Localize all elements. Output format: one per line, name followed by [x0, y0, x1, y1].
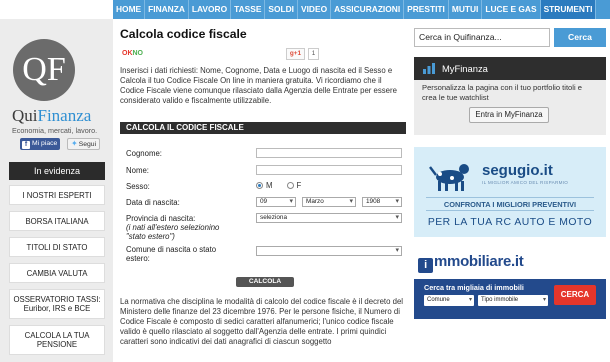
brand-tagline: Economia, mercati, lavoro.: [12, 126, 98, 135]
provincia-label: Provincia di nascita:: [126, 214, 196, 223]
nav-mutui[interactable]: MUTUI: [449, 0, 483, 19]
cognome-input[interactable]: [256, 148, 402, 158]
nome-label: Nome:: [126, 166, 149, 175]
immobiliare-cerca-button[interactable]: CERCA: [554, 285, 596, 305]
myfinanza-box: Personalizza la pagina con il tuo portfo…: [414, 80, 606, 135]
twitter-follow-label: Segui: [78, 141, 97, 148]
provincia-note-2: "stato estero"): [126, 232, 175, 241]
evidenza-list: I NOSTRI ESPERTI BORSA ITALIANA TITOLI D…: [9, 185, 105, 361]
main-content: Calcola codice fiscale OKNO g+1 1 Inseri…: [120, 19, 408, 362]
mese-select[interactable]: Marzo: [302, 197, 356, 207]
segugio-confronta: CONFRONTA I MIGLIORI PREVENTIVI: [426, 197, 594, 211]
myfinanza-header: MyFinanza: [414, 57, 606, 80]
immobiliare-banner: i mmobiliare.it Cerca tra migliaia di imm…: [414, 245, 606, 362]
right-column: Cerca in Quifinanza... Cerca MyFinanza P…: [412, 19, 610, 362]
evidenza-title: In evidenza: [9, 162, 105, 180]
provincia-note-1: (i nati all'estero selezionino: [126, 223, 220, 232]
segugio-rc-auto: PER LA TUA RC AUTO E MOTO: [427, 217, 593, 228]
immobiliare-search-panel: Cerca tra migliaia di immobili Comune Ti…: [414, 279, 606, 319]
section-title: CALCOLA IL CODICE FISCALE: [120, 122, 406, 134]
comune-select[interactable]: [256, 246, 402, 256]
evidenza-item-tassi[interactable]: OSSERVATORIO TASSI: Euribor, IRS e BCE: [9, 289, 105, 319]
segugio-subtitle: IL MIGLIOR AMICO DEL RISPARMIO: [482, 180, 569, 185]
chart-icon: [423, 63, 435, 74]
evidenza-item-pensione[interactable]: CALCOLA LA TUA PENSIONE: [9, 325, 105, 355]
house-icon: i: [418, 258, 433, 273]
sesso-m-label: M: [266, 181, 273, 190]
immobiliare-logo[interactable]: i mmobiliare.it: [418, 253, 524, 273]
tipo-immobile-dropdown[interactable]: Tipo immobile: [478, 295, 548, 306]
okno-ok: OK: [122, 50, 133, 57]
myfinanza-text: Personalizza la pagina con il tuo portfo…: [422, 83, 582, 102]
evidenza-item-borsa[interactable]: BORSA ITALIANA: [9, 211, 105, 231]
nav-assicurazioni[interactable]: ASSICURAZIONI: [331, 0, 405, 19]
nav-soldi[interactable]: SOLDI: [265, 0, 299, 19]
okno-no: NO: [132, 50, 144, 57]
nav-prestiti[interactable]: PRESTITI: [404, 0, 449, 19]
sesso-f-radio[interactable]: [286, 182, 294, 189]
comune-dropdown[interactable]: Comune: [424, 295, 474, 306]
nav-home[interactable]: HOME: [113, 0, 146, 19]
sesso-m-radio[interactable]: [256, 182, 263, 189]
brand-name[interactable]: QuiFinanza: [12, 106, 91, 126]
nav-tasse[interactable]: TASSE: [231, 0, 266, 19]
nav-lavoro[interactable]: LAVORO: [189, 0, 232, 19]
search-button[interactable]: Cerca: [554, 28, 606, 47]
calcola-button[interactable]: CALCOLA: [236, 277, 294, 287]
twitter-icon: ✦: [71, 139, 78, 148]
twitter-follow-button[interactable]: ✦Segui: [67, 138, 101, 150]
nav-luce-gas[interactable]: LUCE E GAS: [482, 0, 541, 19]
sesso-f-label: F: [296, 181, 302, 190]
sesso-label: Sesso:: [126, 182, 150, 191]
nav-finanza[interactable]: FINANZA: [145, 0, 189, 19]
anno-select[interactable]: 1908: [362, 197, 402, 207]
segugio-logo: segugio.it: [482, 162, 553, 179]
nav-strumenti[interactable]: STRUMENTI: [540, 0, 597, 19]
segugio-banner[interactable]: segugio.it IL MIGLIOR AMICO DEL RISPARMI…: [414, 147, 606, 237]
nav-video[interactable]: VIDEO: [298, 0, 332, 19]
quifinanza-logo[interactable]: QF: [13, 39, 75, 101]
facebook-like-button[interactable]: f Mi piace: [20, 138, 61, 150]
data-nascita-label: Data di nascita:: [126, 198, 180, 207]
intro-text: Inserisci i dati richiesti: Nome, Cognom…: [120, 66, 397, 105]
comune-label-1: Comune di nascita o stato: [126, 245, 217, 254]
google-plus-button[interactable]: g+1: [286, 48, 305, 60]
brand-qui: Qui: [12, 106, 38, 125]
myfinanza-title: MyFinanza: [442, 63, 488, 74]
left-sidebar: QF QuiFinanza Economia, mercati, lavoro.…: [0, 19, 113, 362]
evidenza-item-valuta[interactable]: CAMBIA VALUTA: [9, 263, 105, 283]
nome-input[interactable]: [256, 165, 402, 175]
immobiliare-logo-text: mmobiliare.it: [434, 253, 524, 270]
sesso-radio-group: M F: [256, 181, 301, 190]
cognome-label: Cognome:: [126, 149, 162, 158]
search-input[interactable]: Cerca in Quifinanza...: [414, 28, 550, 47]
google-plus-count: 1: [308, 48, 319, 60]
immobiliare-title: Cerca tra migliaia di immobili: [424, 283, 524, 292]
facebook-like-label: Mi piace: [32, 140, 58, 147]
provincia-select[interactable]: seleziona: [256, 213, 402, 223]
okno-widget[interactable]: OKNO: [122, 50, 143, 57]
dog-icon: [429, 164, 469, 191]
normativa-text: La normativa che disciplina le modalità …: [120, 297, 404, 346]
brand-finanza: Finanza: [37, 106, 92, 125]
page-title: Calcola codice fiscale: [120, 27, 247, 41]
top-nav: HOME FINANZA LAVORO TASSE SOLDI VIDEO AS…: [113, 0, 610, 19]
facebook-icon: f: [22, 141, 30, 149]
comune-label-2: estero:: [126, 254, 150, 263]
evidenza-item-esperti[interactable]: I NOSTRI ESPERTI: [9, 185, 105, 205]
giorno-select[interactable]: 09: [256, 197, 296, 207]
myfinanza-enter-button[interactable]: Entra in MyFinanza: [469, 107, 549, 123]
evidenza-item-titoli[interactable]: TITOLI DI STATO: [9, 237, 105, 257]
